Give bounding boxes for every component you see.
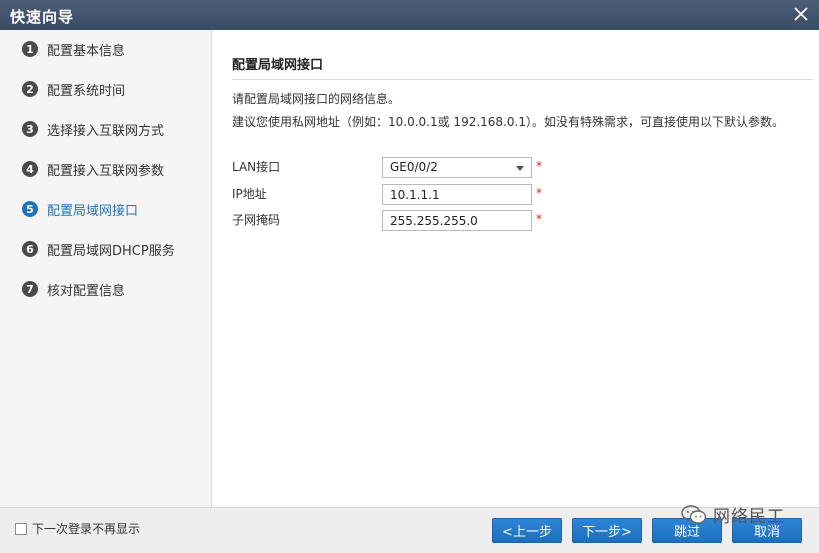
step-number-badge: 4 <box>22 161 38 177</box>
hint-text: 建议您使用私网地址（例如：10.0.0.1或 192.168.0.1）。如没有特… <box>232 115 784 129</box>
step-label: 配置局域网DHCP服务 <box>47 243 175 259</box>
section-title: 配置局域网接口 <box>232 58 324 73</box>
watermark-text: 网络民工 <box>713 507 785 527</box>
watermark: 网络民工 <box>681 502 785 527</box>
step-lan-interface[interactable]: 5 配置局域网接口 <box>22 198 138 220</box>
step-label: 配置基本信息 <box>47 43 126 59</box>
step-internet-params[interactable]: 4 配置接入互联网参数 <box>22 158 164 180</box>
step-basic-info[interactable]: 1 配置基本信息 <box>22 38 125 60</box>
title-bar: 快速向导 <box>0 0 819 30</box>
step-number-badge: 6 <box>22 241 38 257</box>
step-internet-method[interactable]: 3 选择接入互联网方式 <box>22 118 164 140</box>
subnet-mask-input[interactable] <box>382 210 532 231</box>
next-button[interactable]: 下一步> <box>572 518 642 543</box>
ip-address-label: IP地址 <box>232 187 267 201</box>
dont-show-again-checkbox[interactable]: 下一次登录不再显示 <box>15 520 140 537</box>
required-mark: * <box>536 159 542 173</box>
window-title: 快速向导 <box>10 8 75 26</box>
step-system-time[interactable]: 2 配置系统时间 <box>22 78 125 100</box>
main-panel: 配置局域网接口 请配置局域网接口的网络信息。 建议您使用私网地址（例如：10.0… <box>212 30 819 507</box>
required-mark: * <box>536 186 542 200</box>
wizard-steps-sidebar: 1 配置基本信息 2 配置系统时间 3 选择接入互联网方式 4 配置接入互联网参… <box>0 30 212 507</box>
ip-address-input[interactable] <box>382 184 532 205</box>
section-divider <box>232 79 814 80</box>
step-number-badge: 7 <box>22 281 38 297</box>
subnet-mask-label: 子网掩码 <box>232 213 281 227</box>
previous-button[interactable]: <上一步 <box>492 518 562 543</box>
step-label: 核对配置信息 <box>47 283 126 299</box>
step-label: 配置局域网接口 <box>47 203 139 219</box>
step-number-badge: 2 <box>22 81 38 97</box>
chevron-down-icon <box>516 166 524 171</box>
step-number-badge: 1 <box>22 41 38 57</box>
step-label: 配置接入互联网参数 <box>47 163 165 179</box>
step-label: 选择接入互联网方式 <box>47 123 165 139</box>
wechat-icon <box>681 504 707 525</box>
step-label: 配置系统时间 <box>47 83 126 99</box>
step-number-badge: 5 <box>22 201 38 217</box>
close-icon[interactable] <box>791 4 811 24</box>
step-number-badge: 3 <box>22 121 38 137</box>
lan-interface-value: GE0/0/2 <box>390 160 438 174</box>
lan-interface-select[interactable]: GE0/0/2 <box>382 157 532 178</box>
step-review-config[interactable]: 7 核对配置信息 <box>22 278 125 300</box>
lan-interface-label: LAN接口 <box>232 160 281 174</box>
checkbox-box[interactable] <box>15 522 27 535</box>
required-mark: * <box>536 212 542 226</box>
info-text: 请配置局域网接口的网络信息。 <box>232 92 401 106</box>
checkbox-label: 下一次登录不再显示 <box>32 522 141 536</box>
step-lan-dhcp[interactable]: 6 配置局域网DHCP服务 <box>22 238 175 260</box>
